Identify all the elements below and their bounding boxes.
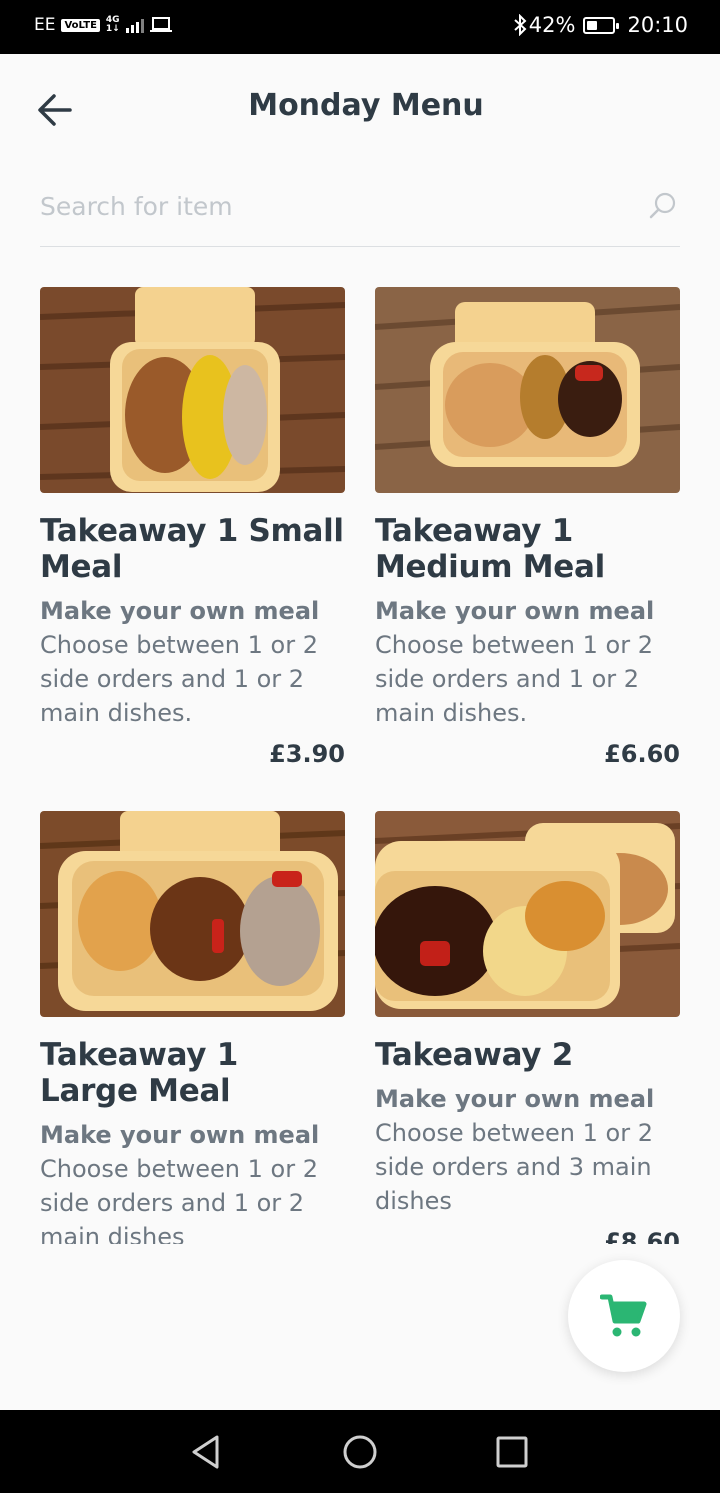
food-image (40, 811, 345, 1017)
menu-item-description: Choose between 1 or 2 side orders and 1 … (40, 631, 318, 727)
menu-item-subtitle: Make your own meal (40, 1121, 320, 1149)
network-type: 4G 1↓ (106, 16, 120, 34)
status-right: 42% 20:10 (513, 13, 688, 37)
food-image (375, 811, 680, 1017)
menu-item-subtitle: Make your own meal (375, 597, 655, 625)
menu-item-description: Choose between 1 or 2 side orders and 1 … (40, 1155, 318, 1244)
home-circle-icon[interactable] (338, 1430, 382, 1474)
food-image (375, 287, 680, 493)
navigation-bar (0, 1410, 720, 1493)
search-icon[interactable] (648, 190, 678, 220)
clock: 20:10 (627, 13, 688, 37)
menu-item-card[interactable]: Takeaway 1 Small Meal Make your own meal… (40, 287, 345, 768)
recents-square-icon[interactable] (490, 1430, 534, 1474)
cart-button[interactable] (568, 1260, 680, 1372)
menu-item-name: Takeaway 1 Medium Meal (375, 513, 605, 585)
search-bar (40, 180, 680, 247)
menu-item-price: £3.90 (269, 740, 345, 768)
cart-icon (600, 1294, 647, 1337)
menu-item-name: Takeaway 1 Small Meal (40, 513, 344, 585)
back-triangle-icon[interactable] (184, 1430, 228, 1474)
menu-item-subtitle: Make your own meal (375, 1085, 655, 1113)
menu-item-description: Choose between 1 or 2 side orders and 3 … (375, 1119, 653, 1215)
menu-item-name: Takeaway 2 (375, 1037, 573, 1073)
search-input[interactable] (40, 184, 630, 228)
network-sub-label: 1↓ (105, 24, 120, 34)
food-image (40, 287, 345, 493)
menu-item-card[interactable]: Takeaway 1 Medium Meal Make your own mea… (375, 287, 680, 768)
volte-badge: VoLTE (61, 18, 100, 32)
menu-grid: Takeaway 1 Small Meal Make your own meal… (0, 287, 720, 1244)
laptop-icon (149, 17, 172, 32)
signal-icon (125, 17, 144, 33)
menu-item-description: Choose between 1 or 2 side orders and 1 … (375, 631, 653, 727)
battery-percent: 42% (528, 13, 576, 37)
menu-item-card[interactable]: Takeaway 2 Make your own meal Choose bet… (375, 811, 680, 1244)
status-bar: EE VoLTE 4G 1↓ 42% 20:10 (0, 0, 720, 54)
bluetooth-icon (514, 14, 527, 36)
menu-item-price: £8.60 (604, 1228, 680, 1244)
menu-item-card[interactable]: Takeaway 1 Large Meal Make your own meal… (40, 811, 345, 1244)
menu-item-name: Takeaway 1 Large Meal (40, 1037, 238, 1109)
battery-icon (583, 16, 620, 34)
carrier-label: EE (34, 15, 56, 35)
menu-item-price: £6.60 (604, 740, 680, 768)
status-left: EE VoLTE 4G 1↓ (34, 15, 172, 35)
menu-item-subtitle: Make your own meal (40, 597, 320, 625)
page-title: Monday Menu (248, 88, 484, 123)
